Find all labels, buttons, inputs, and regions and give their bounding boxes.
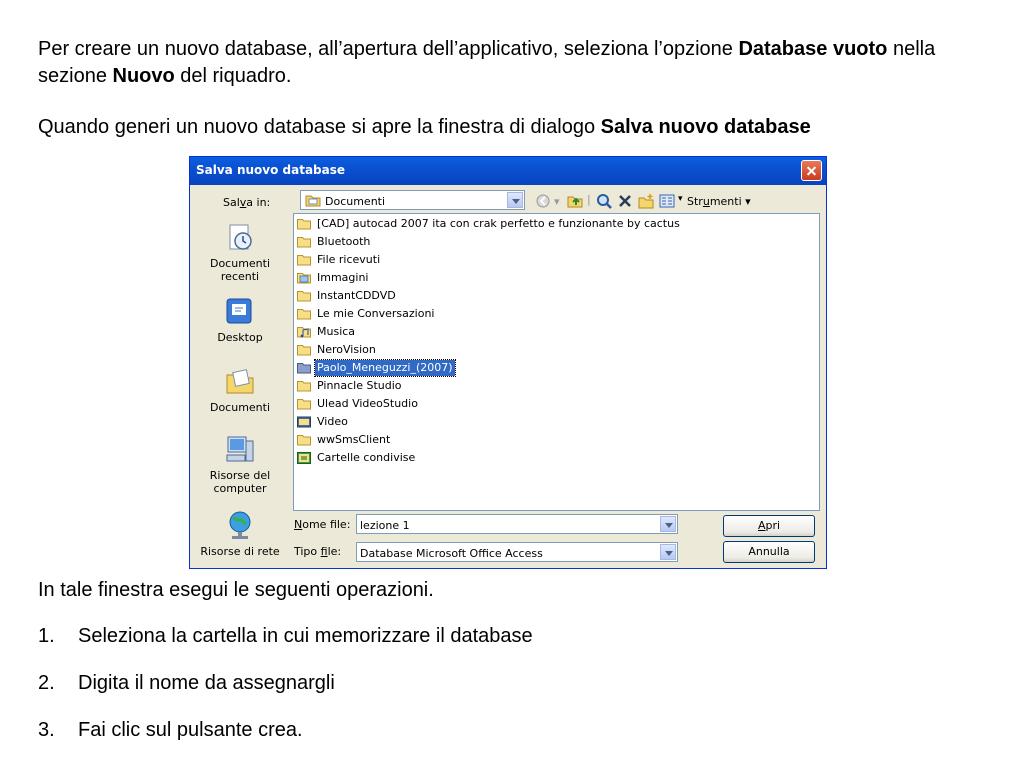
network-icon [229,511,251,539]
filename-label: Nome file: [294,518,351,531]
filetype-value: Database Microsoft Office Access [360,547,543,560]
file-name: wwSmsClient [317,433,391,446]
file-name: Bluetooth [317,235,371,248]
save-in-value: Documenti [325,195,386,208]
intro-bold-blank-database: Database vuoto [738,38,888,60]
intro-bold-new: Nuovo [112,65,175,87]
place-label: Risorse del computer [209,469,271,495]
chevron-down-icon[interactable] [507,192,523,208]
save-dialog: Salva nuovo database Salva in: Documenti… [189,156,827,569]
chevron-down-icon[interactable] [660,516,676,532]
place-documents[interactable]: Documenti [194,365,286,414]
file-name: Video [317,415,348,428]
step-number: 3. [38,719,55,741]
intro-paragraph-1: Per creare un nuovo database, all’apertu… [38,36,998,90]
place-label: Desktop [217,331,263,344]
shared-folder-icon [297,452,311,464]
folder-icon [297,435,311,446]
folder-icon [297,309,311,320]
file-name: Pinnacle Studio [317,379,402,392]
place-my-computer[interactable]: Risorse del computer [194,433,286,495]
outro-paragraph: In tale finestra esegui le seguenti oper… [38,579,434,601]
file-name: Paolo_Meneguzzi_(2007) [314,359,456,377]
place-label: Documenti recenti [209,257,271,283]
close-button[interactable] [801,160,822,181]
file-name: [CAD] autocad 2007 ita con crak perfetto… [317,217,680,230]
file-name: Cartelle condivise [317,451,416,464]
file-name: Immagini [317,271,369,284]
up-folder-icon[interactable] [567,193,583,209]
file-name: Ulead VideoStudio [317,397,418,410]
folder-icon [297,363,311,374]
views-dropdown-icon[interactable]: ▾ [678,194,683,204]
filetype-label: Tipo file: [294,545,342,558]
file-name: InstantCDDVD [317,289,396,302]
folder-icon [297,345,311,356]
dialog-title: Salva nuovo database [196,163,346,177]
place-label: Documenti [209,401,271,414]
list-item: 3. Fai clic sul pulsante crea. [38,718,533,742]
list-item: 1. Seleziona la cartella in cui memorizza… [38,624,533,648]
intro-bold-dialog-name: Salva nuovo database [600,116,811,138]
step-text: Seleziona la cartella in cui memorizzare… [78,625,533,647]
folder-icon [297,381,311,392]
folder-icon [297,237,311,248]
views-icon[interactable] [659,193,675,209]
place-desktop[interactable]: Desktop [194,295,286,344]
file-list[interactable]: [CAD] autocad 2007 ita con crak perfetto… [293,213,820,511]
video-folder-icon [297,416,311,428]
list-item: 2. Digita il nome da assegnargli [38,671,533,695]
folder-icon [297,255,311,266]
save-in-label: Salva in: [223,196,271,209]
place-network[interactable]: Risorse di rete [194,509,286,558]
documents-folder-icon [305,195,321,207]
intro-text: Quando generi un nuovo database si apre … [38,116,601,138]
intro-paragraph-2: Quando generi un nuovo database si apre … [38,114,998,141]
file-name: NeroVision [317,343,376,356]
dialog-titlebar[interactable]: Salva nuovo database [190,157,826,185]
place-recent-documents[interactable]: Documenti recenti [194,221,286,283]
toolbar-separator: | [587,193,591,206]
open-button[interactable]: Apri [723,515,815,537]
intro-text: Per creare un nuovo database, all’apertu… [38,38,739,60]
step-number: 1. [38,625,55,647]
steps-list: 1. Seleziona la cartella in cui memorizza… [38,624,533,765]
delete-icon[interactable] [617,193,633,209]
chevron-down-icon[interactable] [660,544,676,560]
documents-icon [226,369,254,394]
computer-icon [226,436,254,462]
folder-icon [297,219,311,230]
save-in-combo[interactable]: Documenti [300,190,525,210]
cancel-button[interactable]: Annulla [723,541,815,563]
step-text: Digita il nome da assegnargli [78,672,335,694]
folder-icon [297,291,311,302]
desktop-icon [226,298,252,324]
search-web-icon[interactable] [596,193,612,209]
place-label: Risorse di rete [200,545,280,558]
music-folder-icon [297,327,311,338]
back-dropdown-icon[interactable]: ▾ [554,195,560,208]
step-text: Fai clic sul pulsante crea. [78,719,303,741]
filename-input[interactable]: lezione 1 [356,514,678,534]
filename-value: lezione 1 [360,519,410,532]
tools-menu[interactable]: Strumenti ▾ [687,195,751,208]
folder-icon [297,399,311,410]
intro-text: del riquadro. [174,65,292,87]
step-number: 2. [38,672,55,694]
file-name: Le mie Conversazioni [317,307,435,320]
file-name: Musica [317,325,356,338]
pictures-folder-icon [297,273,311,284]
recent-documents-icon [229,224,252,250]
new-folder-icon[interactable] [638,193,654,209]
back-icon[interactable] [535,193,551,209]
filetype-select[interactable]: Database Microsoft Office Access [356,542,678,562]
places-bar: Documenti recenti Desktop Documenti Riso… [194,219,286,559]
file-name: File ricevuti [317,253,381,266]
